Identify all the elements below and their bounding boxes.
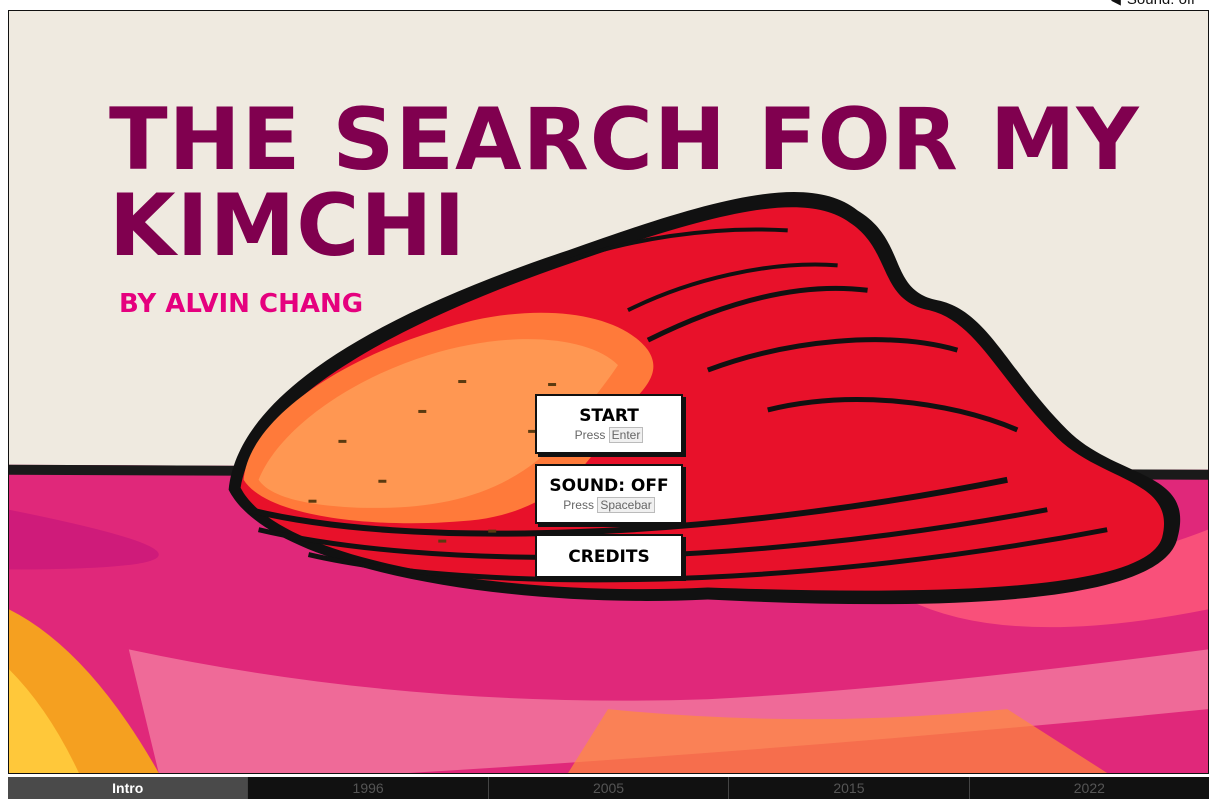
sound-hint: Press Spacebar [537,497,681,513]
byline: BY ALVIN CHANG [119,289,364,319]
chapter-tab-2005[interactable]: 2005 [489,777,730,799]
start-button[interactable]: START Press Enter [535,394,683,454]
chapter-navigation: Intro 1996 2005 2015 2022 [8,777,1209,799]
start-button-label: START [579,406,639,426]
spacebar-key-badge: Spacebar [597,497,655,513]
credits-button[interactable]: CREDITS [535,534,683,578]
sound-status-label: Sound: off [1127,0,1195,8]
sound-status-toggle[interactable]: ◀ Sound: off [1111,0,1195,8]
chapter-tab-2022[interactable]: 2022 [970,777,1209,799]
sound-toggle-button[interactable]: SOUND: OFF Press Spacebar [535,464,683,524]
enter-key-badge: Enter [608,427,644,443]
sound-button-label: SOUND: OFF [549,476,669,496]
chapter-tab-intro[interactable]: Intro [8,777,249,799]
start-press-text: Press [574,428,606,442]
game-stage: THE SEARCH FOR MY KIMCHI BY ALVIN CHANG … [8,10,1209,774]
title-line-2: KIMCHI [109,183,467,271]
speaker-icon: ◀ [1111,0,1121,7]
title-line-1: THE SEARCH FOR MY [109,90,1140,190]
chapter-tab-2015[interactable]: 2015 [729,777,970,799]
sound-press-text: Press [563,498,594,512]
credits-button-label: CREDITS [568,547,650,567]
start-hint: Press Enter [537,427,681,443]
chapter-tab-1996[interactable]: 1996 [248,777,489,799]
